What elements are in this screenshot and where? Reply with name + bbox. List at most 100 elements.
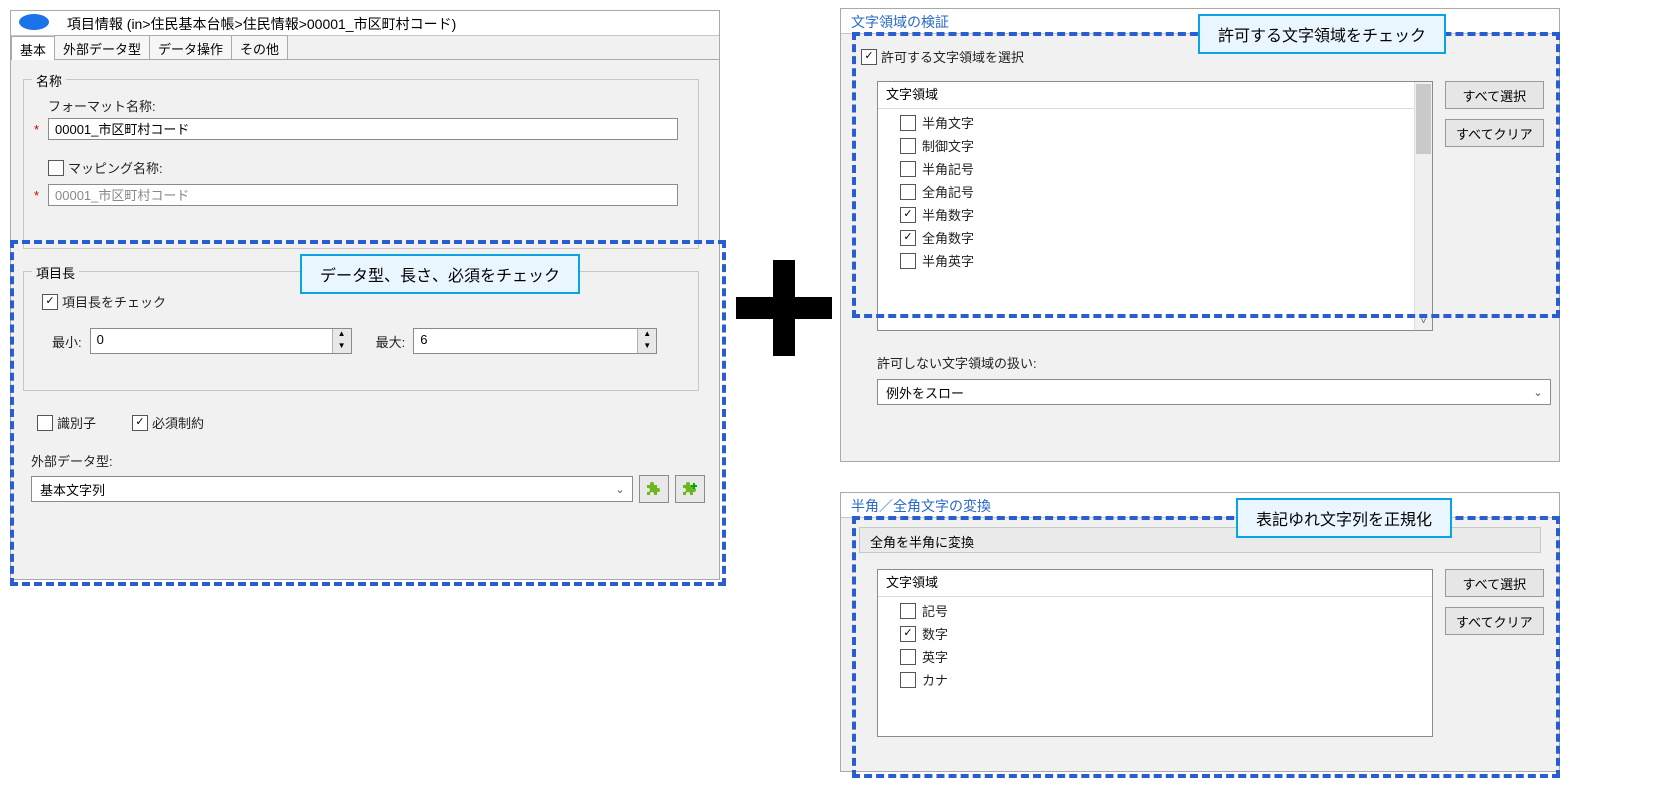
required-checkbox[interactable]: ✓ 必須制約 bbox=[132, 413, 204, 432]
spin-down-icon[interactable]: ▼ bbox=[333, 341, 351, 353]
select-all-button[interactable]: すべて選択 bbox=[1445, 81, 1544, 109]
tab-basic[interactable]: 基本 bbox=[11, 36, 55, 60]
panel-title-left: 項目情報 (in>住民基本台帳>住民情報>00001_市区町村コード) bbox=[11, 11, 719, 36]
spin-up-icon[interactable]: ▲ bbox=[638, 329, 656, 341]
checkbox-box: ✓ bbox=[132, 415, 148, 431]
checkbox-box bbox=[900, 253, 916, 269]
ext-type-button-1[interactable] bbox=[639, 475, 669, 503]
spin-up-icon[interactable]: ▲ bbox=[333, 329, 351, 341]
scrollbar[interactable]: ˄ ˅ bbox=[1414, 82, 1432, 330]
chevron-down-icon: ⌄ bbox=[612, 483, 628, 496]
list-item-label: 記号 bbox=[922, 601, 948, 620]
checkbox-box: ✓ bbox=[900, 230, 916, 246]
max-label: 最大: bbox=[376, 332, 406, 351]
list-item[interactable]: ✓ 全角数字 bbox=[878, 226, 1432, 249]
list-item-label: 半角記号 bbox=[922, 159, 974, 178]
puzzle-icon bbox=[646, 481, 662, 497]
external-type-select[interactable]: 基本文字列 ⌄ bbox=[31, 476, 633, 502]
callout-right-bottom: 表記ゆれ文字列を正規化 bbox=[1236, 498, 1452, 538]
checkbox-box: ✓ bbox=[900, 626, 916, 642]
checkbox-box: ✓ bbox=[861, 49, 877, 65]
list-item-label: 全角数字 bbox=[922, 228, 974, 247]
charset-list-header: 文字領域 bbox=[878, 82, 1432, 109]
list-item[interactable]: 半角文字 bbox=[878, 111, 1432, 134]
list-item[interactable]: 制御文字 bbox=[878, 134, 1432, 157]
identifier-checkbox[interactable]: 識別子 bbox=[37, 413, 96, 432]
scroll-down-icon[interactable]: ˅ bbox=[1415, 313, 1432, 330]
tab-data-ops[interactable]: データ操作 bbox=[149, 35, 232, 59]
min-label: 最小: bbox=[52, 332, 82, 351]
callout-left: データ型、長さ、必須をチェック bbox=[300, 254, 580, 294]
select-all-button[interactable]: すべて選択 bbox=[1445, 569, 1544, 597]
spin-down-icon[interactable]: ▼ bbox=[638, 341, 656, 353]
indicator-dot bbox=[19, 14, 49, 30]
clear-all-button[interactable]: すべてクリア bbox=[1445, 607, 1544, 635]
deny-handling-select[interactable]: 例外をスロー ⌄ bbox=[877, 379, 1551, 405]
list-item[interactable]: ✓ 半角数字 bbox=[878, 203, 1432, 226]
group-name-legend: 名称 bbox=[32, 71, 66, 90]
list-item-label: 半角文字 bbox=[922, 113, 974, 132]
list-item[interactable]: 半角英字 bbox=[878, 249, 1432, 272]
clear-all-button[interactable]: すべてクリア bbox=[1445, 119, 1544, 147]
list-item[interactable]: 英字 bbox=[878, 645, 1432, 668]
plus-icon bbox=[736, 260, 832, 356]
list-item-label: 数字 bbox=[922, 624, 948, 643]
convert-listbox[interactable]: 文字領域 記号 ✓ 数字英字カナ bbox=[877, 569, 1433, 737]
format-name-input[interactable]: 00001_市区町村コード bbox=[48, 118, 678, 140]
max-spinner[interactable]: 6 ▲▼ bbox=[413, 328, 657, 354]
group-length-legend: 項目長 bbox=[32, 263, 79, 282]
list-item[interactable]: カナ bbox=[878, 668, 1432, 691]
tabstrip: 基本 外部データ型 データ操作 その他 bbox=[11, 35, 719, 60]
list-item-label: 全角記号 bbox=[922, 182, 974, 201]
checkbox-box bbox=[900, 184, 916, 200]
checkbox-box: ✓ bbox=[900, 207, 916, 223]
allow-check[interactable]: ✓ 許可する文字領域を選択 bbox=[861, 47, 1024, 66]
checkbox-box bbox=[900, 138, 916, 154]
chevron-down-icon: ⌄ bbox=[1530, 386, 1546, 399]
checkbox-box bbox=[900, 115, 916, 131]
mapping-name-checkbox[interactable]: マッピング名称: bbox=[48, 158, 163, 177]
convert-list-header: 文字領域 bbox=[878, 570, 1432, 597]
mapping-name-label: マッピング名称: bbox=[68, 158, 163, 177]
tab-other[interactable]: その他 bbox=[231, 35, 288, 59]
deny-handling-label: 許可しない文字領域の扱い: bbox=[877, 353, 1037, 372]
list-item[interactable]: 記号 bbox=[878, 599, 1432, 622]
list-item[interactable]: 半角記号 bbox=[878, 157, 1432, 180]
min-spinner[interactable]: 0 ▲▼ bbox=[90, 328, 352, 354]
checkbox-box bbox=[900, 672, 916, 688]
list-item-label: 半角英字 bbox=[922, 251, 974, 270]
convert-title-text: 半角／全角文字の変換 bbox=[841, 493, 1001, 519]
checkbox-box bbox=[900, 161, 916, 177]
check-length-label: 項目長をチェック bbox=[62, 292, 166, 311]
charset-listbox[interactable]: 文字領域 半角文字制御文字半角記号全角記号 ✓ 半角数字 ✓ 全角数字半角英字 ˄ ˅ bbox=[877, 81, 1433, 331]
puzzle-plus-icon bbox=[682, 481, 698, 497]
scroll-thumb[interactable] bbox=[1416, 84, 1431, 154]
left-title-text: 項目情報 (in>住民基本台帳>住民情報>00001_市区町村コード) bbox=[57, 11, 466, 37]
list-item-label: カナ bbox=[922, 670, 948, 689]
min-value: 0 bbox=[91, 329, 332, 353]
list-item-label: 半角数字 bbox=[922, 205, 974, 224]
checkbox-box: ✓ bbox=[42, 294, 58, 310]
allow-check-label: 許可する文字領域を選択 bbox=[881, 47, 1024, 66]
list-item[interactable]: ✓ 数字 bbox=[878, 622, 1432, 645]
format-name-label: フォーマット名称: bbox=[48, 96, 156, 115]
external-type-value: 基本文字列 bbox=[40, 480, 105, 499]
checkbox-box bbox=[48, 160, 64, 176]
list-item-label: 制御文字 bbox=[922, 136, 974, 155]
checkbox-box bbox=[900, 603, 916, 619]
external-type-label: 外部データ型: bbox=[31, 451, 113, 470]
required-label: 必須制約 bbox=[152, 413, 204, 432]
tab-external-type[interactable]: 外部データ型 bbox=[54, 35, 150, 59]
identifier-label: 識別子 bbox=[57, 413, 96, 432]
max-value: 6 bbox=[414, 329, 637, 353]
validation-title-text: 文字領域の検証 bbox=[841, 9, 959, 35]
checkbox-box bbox=[900, 649, 916, 665]
deny-handling-value: 例外をスロー bbox=[886, 383, 964, 402]
list-item-label: 英字 bbox=[922, 647, 948, 666]
checkbox-box bbox=[37, 415, 53, 431]
list-item[interactable]: 全角記号 bbox=[878, 180, 1432, 203]
check-length-checkbox[interactable]: ✓ 項目長をチェック bbox=[42, 292, 166, 311]
ext-type-button-2[interactable] bbox=[675, 475, 705, 503]
mapping-name-input[interactable]: 00001_市区町村コード bbox=[48, 184, 678, 206]
group-name: 名称 フォーマット名称: * 00001_市区町村コード マッピング名称: * … bbox=[23, 79, 699, 249]
